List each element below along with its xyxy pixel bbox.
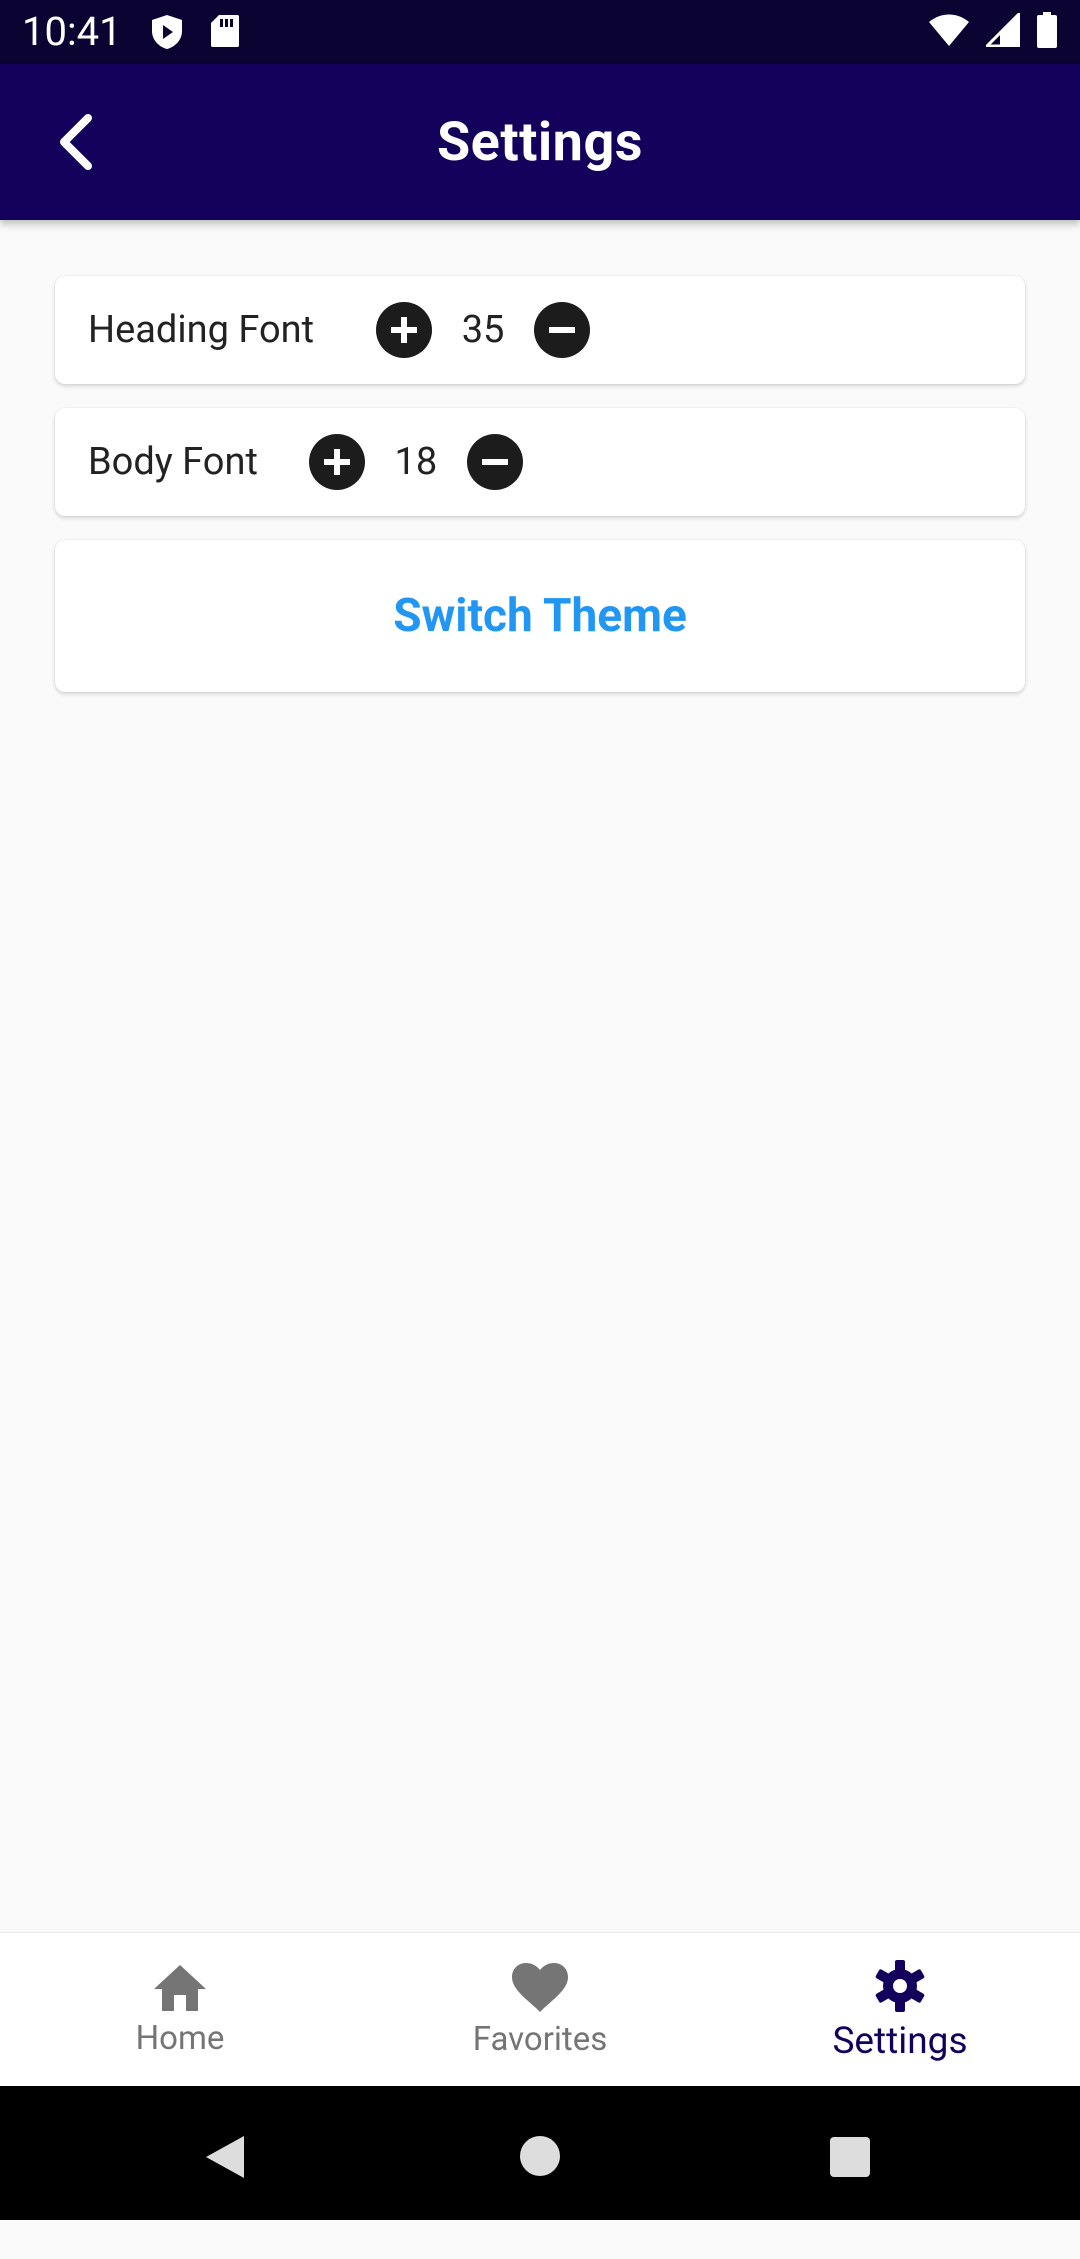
body-font-increase-button[interactable] xyxy=(308,434,365,490)
battery-icon xyxy=(1037,12,1057,48)
signal-icon xyxy=(986,13,1020,47)
body-font-decrease-button[interactable] xyxy=(466,434,523,490)
switch-theme-label: Switch Theme xyxy=(393,589,687,643)
nav-item-settings[interactable]: Settings xyxy=(720,1933,1080,2087)
heading-font-decrease-button[interactable] xyxy=(534,302,591,358)
page-title: Settings xyxy=(436,110,644,174)
minus-icon xyxy=(481,459,508,465)
recents-square-icon[interactable] xyxy=(829,2136,871,2178)
nav-label-settings: Settings xyxy=(832,2019,968,2063)
status-time: 10:41 xyxy=(22,8,122,55)
bottom-nav: Home Favorites Settings xyxy=(0,1932,1080,2087)
switch-theme-button[interactable]: Switch Theme xyxy=(55,540,1025,692)
nav-label-favorites: Favorites xyxy=(472,2019,608,2059)
shield-play-icon xyxy=(152,15,182,49)
wifi-icon xyxy=(929,14,969,46)
minus-icon xyxy=(549,327,576,333)
back-button[interactable] xyxy=(40,106,112,178)
nav-item-favorites[interactable]: Favorites xyxy=(360,1933,720,2087)
plus-icon xyxy=(323,449,350,475)
heading-font-card: Heading Font 35 xyxy=(55,276,1025,384)
home-circle-icon[interactable] xyxy=(519,2217,561,2259)
status-bar: 10:41 xyxy=(0,0,1080,64)
nav-item-home[interactable]: Home xyxy=(0,1933,360,2087)
back-triangle-icon[interactable] xyxy=(204,2134,246,2180)
sd-card-icon xyxy=(211,15,239,47)
status-right-icons xyxy=(928,12,1058,48)
plus-icon xyxy=(391,317,418,343)
gear-icon xyxy=(875,1959,925,2012)
status-left-icons xyxy=(150,14,240,50)
home-circle-icon[interactable] xyxy=(519,2135,561,2177)
body-font-value: 18 xyxy=(394,440,438,484)
chevron-left-icon xyxy=(60,114,92,170)
app-bar: Settings xyxy=(0,64,1080,220)
heading-font-label: Heading Font xyxy=(88,308,315,352)
home-icon xyxy=(154,1964,206,2011)
heart-icon xyxy=(512,1962,568,2012)
system-nav-bar xyxy=(0,2086,1080,2220)
nav-label-home: Home xyxy=(135,2018,225,2058)
body-font-card: Body Font 18 xyxy=(55,408,1025,516)
heading-font-value: 35 xyxy=(461,308,505,352)
heading-font-increase-button[interactable] xyxy=(376,302,433,358)
body-font-label: Body Font xyxy=(88,440,258,484)
